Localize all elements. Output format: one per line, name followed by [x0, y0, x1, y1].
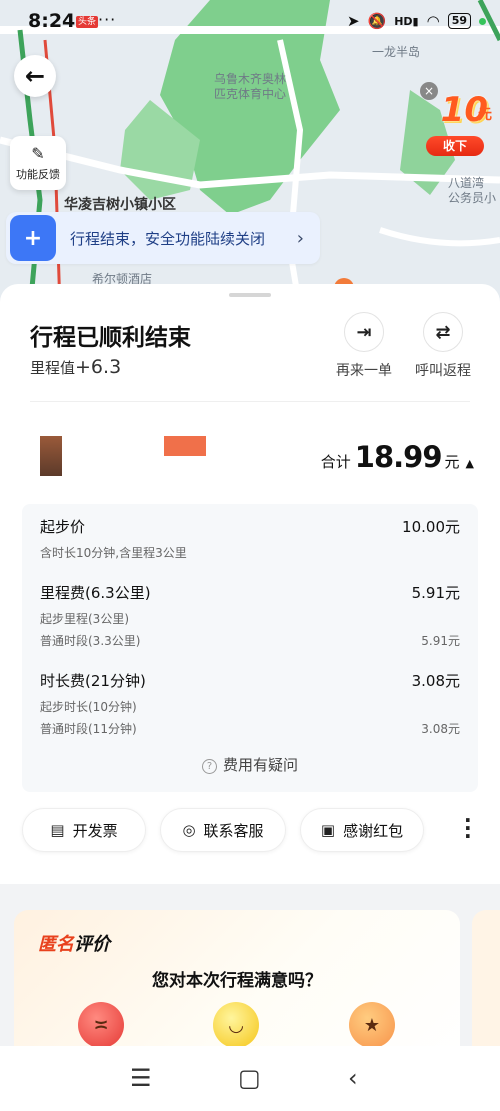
wifi-icon: ◠ [426, 12, 440, 30]
arrow-left-icon: ← [24, 62, 46, 90]
divider [30, 401, 470, 402]
support-label: 联系客服 [203, 821, 264, 840]
fee-row-base: 起步价 10.00元 [40, 516, 460, 537]
return-trip-button[interactable]: ⇄ 呼叫返程 [411, 312, 475, 380]
shield-icon: + [10, 215, 56, 261]
system-nav-bar: ☰ ▢ ‹ [0, 1046, 500, 1111]
home-icon[interactable]: ▢ [238, 1064, 261, 1092]
fee-name: 时长费(21分钟) [40, 672, 146, 690]
fee-value: 5.91元 [411, 584, 460, 602]
signal-icon: HD▮ [394, 14, 419, 28]
more-notifications-icon: ··· [98, 10, 117, 29]
invoice-button[interactable]: ▤ 开发票 [22, 808, 146, 852]
trip-summary-sheet: 行程已顺利结束 里程值+6.3 ⇥ 再来一单 ⇄ 呼叫返程 合计 18.99 元… [0, 284, 500, 884]
reorder-button[interactable]: ⇥ 再来一单 [332, 312, 396, 380]
red-packet-label: 感谢红包 [343, 821, 404, 840]
reorder-icon: ⇥ [344, 312, 384, 352]
close-icon[interactable]: × [420, 82, 438, 100]
fee-row-duration: 时长费(21分钟) 3.08元 [40, 670, 460, 691]
red-packet-button[interactable]: ▣ 感谢红包 [300, 808, 424, 852]
driver-avatar [40, 436, 62, 476]
feedback-label: 功能反馈 [16, 167, 60, 181]
driver-info-redacted [164, 436, 206, 456]
document-icon: ▤ [50, 821, 65, 839]
map-label-community: 华凌吉树小镇小区 [64, 197, 176, 213]
fee-sub-label: 普通时段(3.3公里) [40, 634, 141, 648]
mileage-label: 里程值 [30, 359, 76, 377]
headset-icon: ◎ [182, 821, 196, 839]
map-label-yilong: 一龙半岛 [372, 45, 421, 59]
fee-name: 起步价 [40, 518, 86, 536]
status-time: 8:24 [28, 10, 76, 32]
unsatisfied-face-icon[interactable]: ≍ [78, 1002, 124, 1048]
fee-sub-value: 3.08元 [421, 722, 460, 736]
fee-sub-distance-start: 起步里程(3公里) [40, 610, 460, 627]
neutral-face-icon[interactable]: ◡ [213, 1002, 259, 1048]
more-options-icon[interactable]: · · · [464, 810, 472, 846]
sheet-grabber[interactable] [229, 293, 271, 297]
coupon-accept-button[interactable]: 收下 [426, 136, 484, 156]
fee-row-distance: 里程费(6.3公里) 5.91元 [40, 582, 460, 603]
fee-sub-duration-start: 起步时长(10分钟) [40, 698, 460, 715]
mute-icon: 🔕 [367, 12, 387, 30]
back-nav-icon[interactable]: ‹ [348, 1064, 358, 1092]
page-title: 行程已顺利结束 [30, 325, 191, 351]
fee-sub-duration-normal: 普通时段(11分钟) 3.08元 [40, 720, 460, 737]
total-unit: 元 [444, 453, 460, 471]
map-label-badaowan: 八道湾 公务员小 [448, 176, 497, 205]
fee-sub-label: 普通时段(11分钟) [40, 722, 137, 736]
safety-notice-text: 行程结束，安全功能陆续关闭 [70, 229, 266, 248]
fee-value: 3.08元 [411, 672, 460, 690]
fee-sub-base: 含时长10分钟,含里程3公里 [40, 546, 187, 560]
location-icon: ➤ [346, 12, 360, 30]
feedback-button[interactable]: ✎ 功能反馈 [10, 136, 66, 190]
fee-sub-label: 起步时长(10分钟) [40, 700, 137, 714]
edit-icon: ✎ [31, 143, 45, 163]
return-trip-label: 呼叫返程 [415, 363, 471, 379]
fee-name: 里程费(6.3公里) [40, 584, 151, 602]
anon-suffix: 评价 [74, 934, 110, 955]
contact-support-button[interactable]: ◎ 联系客服 [160, 808, 286, 852]
fee-question-label: 费用有疑问 [222, 756, 298, 774]
coupon-unit: 元 [478, 107, 492, 123]
fee-question-link[interactable]: ? 费用有疑问 [22, 754, 478, 775]
anon-prefix: 匿名 [38, 934, 74, 955]
chevron-right-icon: › [296, 227, 304, 249]
mileage-info: 里程值+6.3 [30, 356, 121, 378]
return-trip-icon: ⇄ [423, 312, 463, 352]
total-fare[interactable]: 合计 18.99 元 ▲ [321, 440, 474, 474]
anonymous-rating-title: 匿名评价 [38, 930, 110, 956]
fee-value: 10.00元 [402, 518, 460, 536]
fee-sub-value: 5.91元 [421, 634, 460, 648]
privacy-indicator-icon [479, 17, 486, 25]
coupon-widget[interactable]: 10 元 收下 × [420, 82, 492, 156]
gift-icon: ▣ [320, 821, 336, 839]
map-label-stadium: 乌鲁木齐奥林 匹克体育中心 [214, 72, 287, 101]
fee-breakdown: 起步价 10.00元 含时长10分钟,含里程3公里 里程费(6.3公里) 5.9… [22, 504, 478, 792]
reorder-label: 再来一单 [336, 363, 392, 379]
question-icon: ? [201, 759, 217, 774]
caret-up-icon: ▲ [465, 457, 474, 470]
app-badge: 头条 [76, 16, 99, 28]
fee-sub-label: 起步里程(3公里) [40, 612, 129, 626]
menu-icon[interactable]: ☰ [130, 1064, 152, 1092]
invoice-label: 开发票 [72, 821, 118, 840]
status-bar: 8:24 头条 ··· ➤ 🔕 HD▮ ◠ 59 [0, 0, 500, 44]
map-view[interactable]: 乌鲁木齐奥林 匹克体育中心 一龙半岛 八道湾 公务员小 希尔顿酒店 华凌吉树小镇小区… [0, 0, 500, 310]
total-amount: 18.99 [354, 440, 443, 474]
safety-notice-bar[interactable]: + 行程结束，安全功能陆续关闭 › [6, 212, 320, 264]
battery-icon: 59 [447, 13, 471, 29]
total-label: 合计 [320, 453, 351, 471]
mileage-value: +6.3 [75, 356, 122, 378]
rating-question: 您对本次行程满意吗？ [152, 971, 322, 991]
back-button[interactable]: ← [14, 55, 56, 97]
fee-sub-distance-normal: 普通时段(3.3公里) 5.91元 [40, 632, 460, 649]
satisfied-face-icon[interactable]: ★ [349, 1002, 395, 1048]
